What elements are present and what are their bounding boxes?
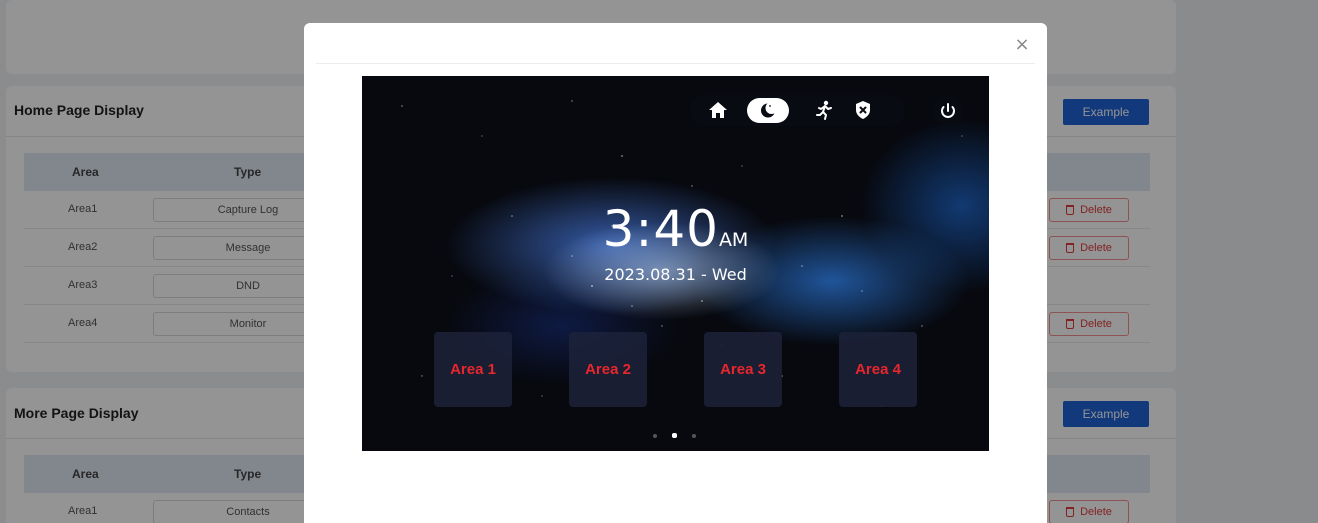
power-button[interactable] [933, 96, 963, 126]
example-preview-modal: × 3:40AM 2023.08.31 - Wed Area 1 Area 2 … [304, 23, 1047, 523]
area-tile-1[interactable]: Area 1 [434, 332, 512, 407]
running-person-icon[interactable] [812, 98, 836, 122]
area-tile-2[interactable]: Area 2 [569, 332, 647, 407]
page-dot[interactable] [692, 434, 696, 438]
home-icon[interactable] [706, 98, 730, 122]
clock-date: 2023.08.31 - Wed [604, 265, 747, 284]
time-value: 3:40 [602, 200, 719, 258]
shield-x-icon[interactable] [851, 98, 875, 122]
ampm-label: AM [718, 229, 749, 251]
modal-divider [316, 63, 1035, 64]
device-screen-preview: 3:40AM 2023.08.31 - Wed Area 1 Area 2 Ar… [362, 76, 989, 451]
clock-time: 3:40AM [362, 200, 989, 258]
page-dot-active[interactable] [672, 433, 677, 438]
page-dot[interactable] [653, 434, 657, 438]
area-tile-4[interactable]: Area 4 [839, 332, 917, 407]
page-indicator [649, 432, 699, 440]
mode-icon-bar [690, 95, 905, 126]
moon-icon[interactable] [747, 98, 789, 123]
close-icon[interactable]: × [1012, 35, 1032, 55]
power-icon [941, 103, 955, 118]
area-tile-3[interactable]: Area 3 [704, 332, 782, 407]
